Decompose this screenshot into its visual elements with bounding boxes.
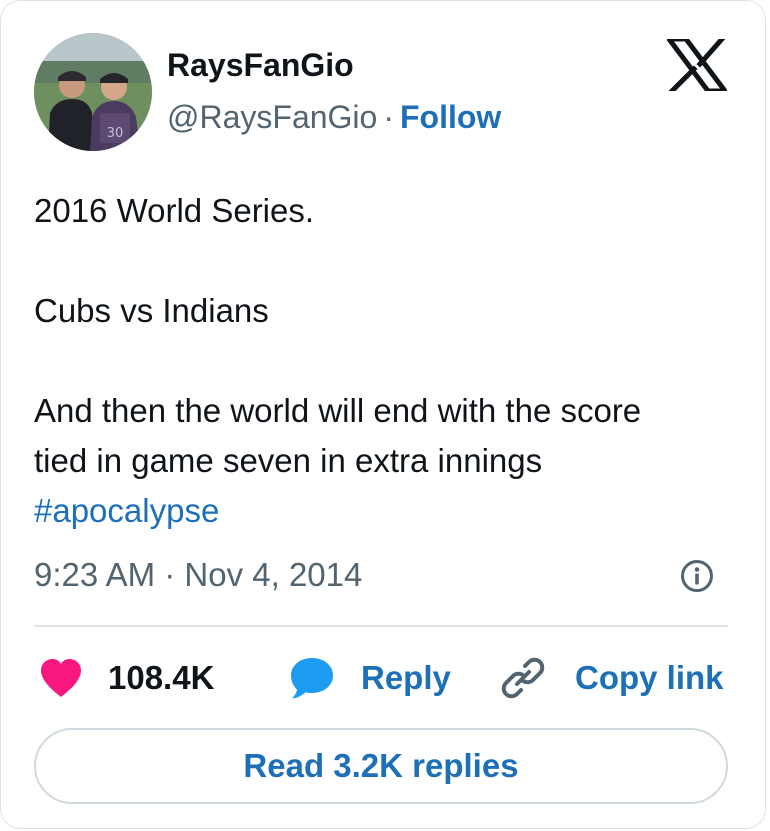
svg-text:30: 30	[107, 126, 124, 141]
info-icon[interactable]	[680, 559, 714, 593]
reply-label: Reply	[361, 659, 451, 696]
tweet-timestamp[interactable]: 9:23 AM · Nov 4, 2014	[34, 554, 362, 596]
tweet-line: Cubs vs Indians	[34, 292, 269, 329]
follow-button[interactable]: Follow	[400, 99, 501, 135]
tweet-embed-card: 30 RaysFanGio @RaysFanGio · Follow 2016 Wo…	[0, 0, 766, 829]
author-handle-row: @RaysFanGio · Follow	[167, 97, 501, 137]
divider	[34, 625, 728, 627]
x-logo-icon[interactable]	[664, 35, 730, 95]
reply-button[interactable]: Reply	[289, 653, 451, 703]
link-icon	[501, 657, 545, 699]
hashtag-link[interactable]: #apocalypse	[34, 492, 219, 529]
tweet-line: tied in game seven in extra innings	[34, 442, 543, 479]
author-handle[interactable]: @RaysFanGio	[167, 99, 377, 135]
like-count: 108.4K	[108, 659, 215, 696]
read-replies-button[interactable]: Read 3.2K replies	[34, 728, 728, 804]
copy-link-label: Copy link	[575, 659, 724, 696]
like-button[interactable]: 108.4K	[38, 653, 214, 703]
avatar-photo-icon: 30	[34, 33, 152, 151]
speech-bubble-icon	[291, 658, 333, 699]
tweet-line: 2016 World Series.	[34, 192, 315, 229]
tweet-body: 2016 World Series. Cubs vs Indians And t…	[34, 186, 734, 536]
copy-link-button[interactable]: Copy link	[501, 653, 724, 703]
handle-separator: ·	[383, 99, 394, 135]
author-avatar[interactable]: 30	[34, 33, 152, 151]
tweet-line: And then the world will end with the sco…	[34, 392, 642, 429]
author-name[interactable]: RaysFanGio	[167, 45, 354, 85]
heart-icon	[41, 659, 81, 697]
